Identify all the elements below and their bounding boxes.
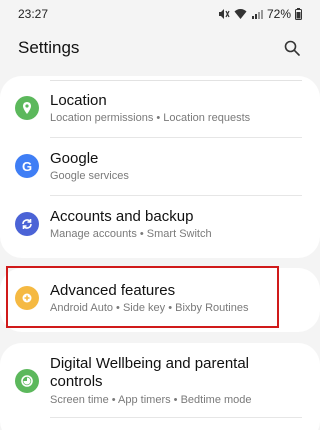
divider (50, 137, 302, 138)
settings-item-digital-wellbeing[interactable]: Digital Wellbeing and parental controls … (0, 351, 320, 421)
battery-icon (295, 8, 302, 20)
item-subtitle: Manage accounts • Smart Switch (50, 228, 212, 240)
signal-icon (251, 8, 263, 20)
settings-card-group-3: Digital Wellbeing and parental controls … (0, 343, 320, 430)
status-icons: 72% (218, 7, 302, 21)
battery-percent: 72% (266, 7, 291, 21)
item-title: Advanced features (50, 282, 176, 299)
divider (50, 80, 302, 81)
item-title: Google (50, 150, 99, 167)
search-button[interactable] (280, 36, 304, 60)
mute-icon (218, 8, 230, 20)
divider (50, 417, 302, 418)
google-g-icon: G (15, 154, 39, 178)
item-subtitle: Screen time • App timers • Bedtime mode (50, 394, 252, 406)
page-title: Settings (18, 38, 80, 57)
settings-item-location[interactable]: Location Location permissions • Location… (0, 86, 320, 138)
settings-item-accounts-backup[interactable]: Accounts and backup Manage accounts • Sm… (0, 202, 320, 254)
gear-plus-icon (15, 286, 39, 310)
item-title: Accounts and backup (50, 208, 194, 225)
header: Settings (0, 28, 320, 68)
wellbeing-icon (15, 369, 39, 393)
settings-item-google[interactable]: G Google Google services (0, 144, 320, 196)
sync-icon (15, 212, 39, 236)
settings-item-advanced-features[interactable]: Advanced features Android Auto • Side ke… (0, 274, 320, 326)
search-icon (284, 40, 300, 56)
wifi-icon (234, 8, 247, 20)
settings-card-group-1: Location Location permissions • Location… (0, 76, 320, 258)
item-subtitle: Google services (50, 170, 129, 182)
item-title-line2: controls (50, 373, 103, 390)
item-title-line1: Digital Wellbeing and parental (50, 355, 250, 372)
item-subtitle: Android Auto • Side key • Bixby Routines (50, 302, 249, 314)
settings-card-group-2: Advanced features Android Auto • Side ke… (0, 268, 320, 332)
item-subtitle: Location permissions • Location requests (50, 112, 251, 124)
item-title: Location (50, 92, 107, 109)
location-pin-icon (15, 96, 39, 120)
status-bar: 23:27 72% (0, 0, 320, 28)
status-time: 23:27 (18, 7, 49, 21)
divider (50, 195, 302, 196)
